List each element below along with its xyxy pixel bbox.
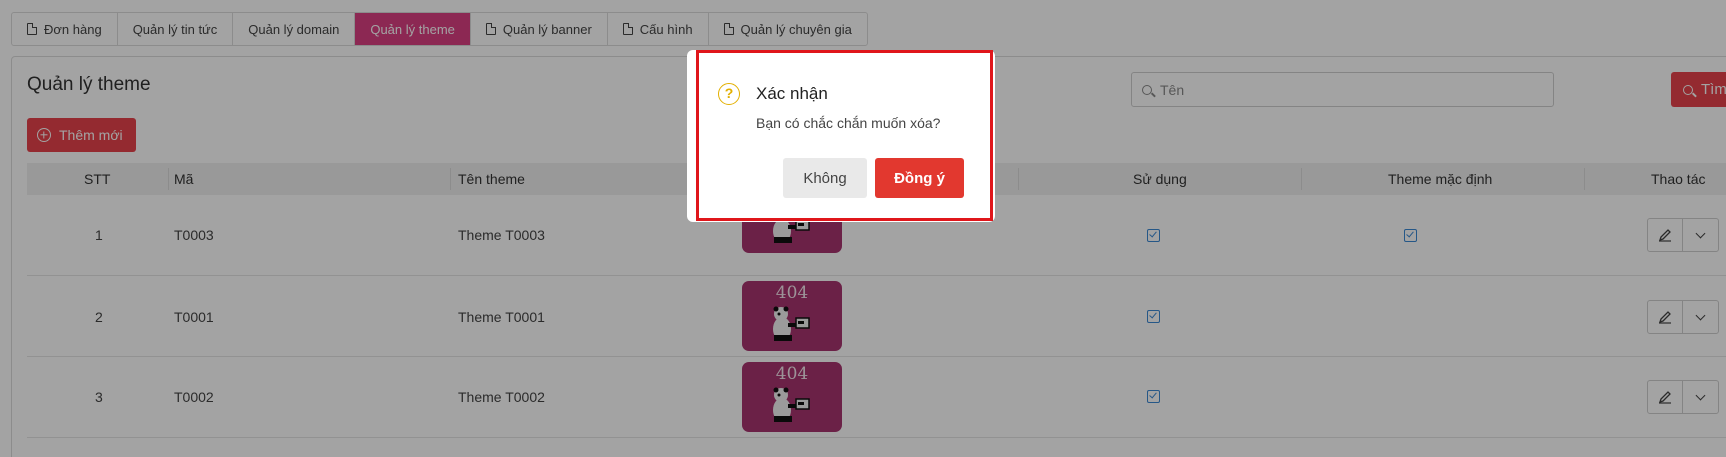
dialog-highlight-frame xyxy=(696,50,993,221)
